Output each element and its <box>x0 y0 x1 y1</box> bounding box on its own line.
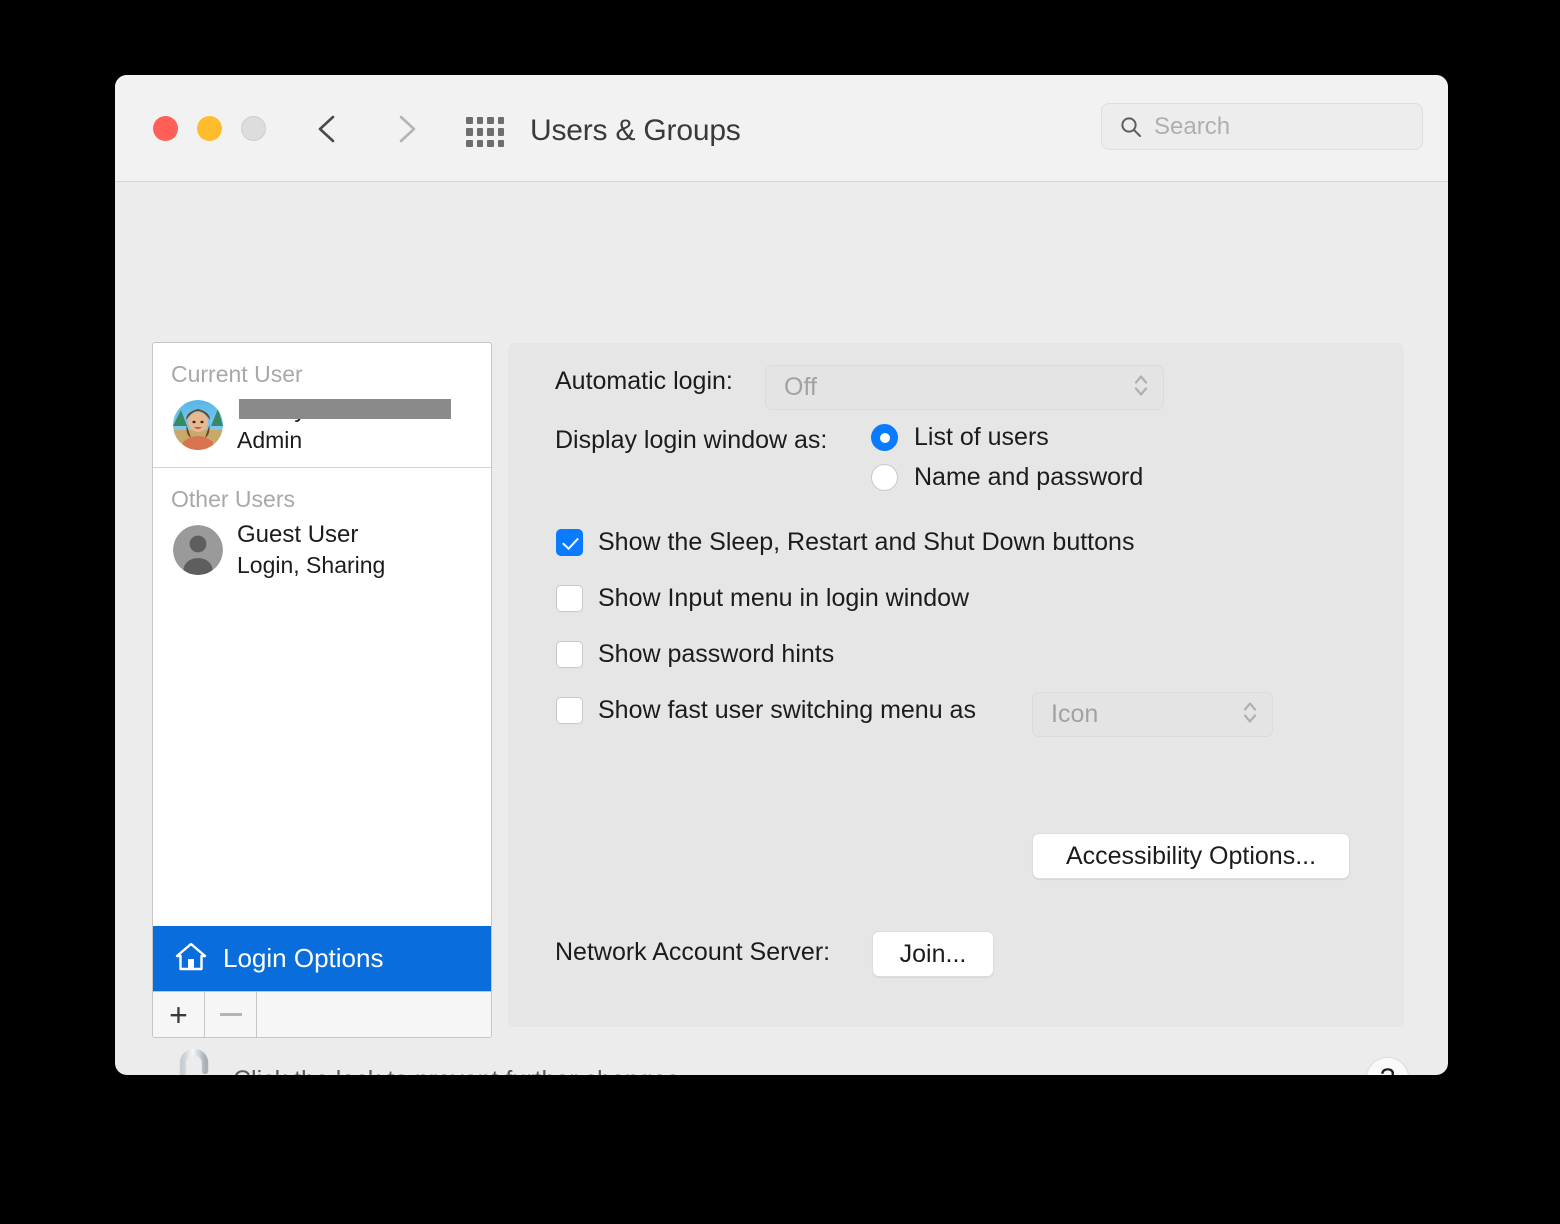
network-account-server-row: Network Account Server: <box>555 938 830 967</box>
sidebar-item-label: Login Options <box>223 943 384 973</box>
back-button[interactable] <box>311 111 345 147</box>
sidebar-item-login-options[interactable]: Login Options <box>153 926 491 991</box>
radio-name-and-password[interactable]: Name and password <box>871 463 1143 492</box>
lock-area: Click the lock to prevent further change… <box>161 1047 686 1075</box>
radio-label: Name and password <box>914 463 1144 491</box>
chevron-updown-icon <box>1242 699 1258 730</box>
traffic-light-buttons <box>153 116 266 141</box>
preferences-window: Users & Groups Current User <box>115 75 1448 1075</box>
automatic-login-label: Automatic login: <box>555 367 733 395</box>
login-options-panel: Automatic login: Off Display login windo… <box>508 343 1404 1027</box>
display-login-window-row: Display login window as: <box>555 426 827 455</box>
close-window-button[interactable] <box>153 116 178 141</box>
user-role: Admin <box>237 427 303 453</box>
plus-icon: + <box>169 996 188 1033</box>
sidebar-footer-toolbar: + <box>153 991 491 1037</box>
user-role: Login, Sharing <box>237 552 386 578</box>
help-button[interactable]: ? <box>1366 1057 1409 1075</box>
user-meta: Guest User Login, Sharing <box>237 520 385 580</box>
accessibility-options-button[interactable]: Accessibility Options... <box>1032 833 1350 879</box>
search-field[interactable] <box>1101 103 1448 150</box>
fast-user-switching-value: Icon <box>1051 700 1099 728</box>
chevron-updown-icon <box>1133 372 1149 403</box>
radio-button-icon[interactable] <box>871 424 898 451</box>
fast-user-switching-dropdown[interactable]: Icon <box>1032 692 1273 737</box>
radio-list-of-users[interactable]: List of users <box>871 423 1049 452</box>
radio-label: List of users <box>914 423 1049 451</box>
zoom-window-button[interactable] <box>241 116 266 141</box>
checkbox-icon[interactable] <box>556 697 583 724</box>
window-body: Current User Kateryna Hankus Admin Other… <box>115 182 1448 1075</box>
user-name: Kateryna Hankus <box>237 396 452 423</box>
checkbox-label: Show the Sleep, Restart and Shut Down bu… <box>598 528 1135 556</box>
network-account-server-label: Network Account Server: <box>555 938 831 966</box>
checkbox-label: Show password hints <box>598 640 835 668</box>
group-header-other-users: Other Users <box>171 486 295 512</box>
checkbox-icon[interactable] <box>556 641 583 668</box>
remove-user-button[interactable] <box>205 992 257 1037</box>
group-header-current-user: Current User <box>171 361 303 387</box>
person-avatar-icon <box>173 525 223 575</box>
unlocked-padlock-icon[interactable] <box>161 1047 213 1075</box>
checkbox-fast-user-switching[interactable]: Show fast user switching menu as <box>556 696 976 725</box>
user-meta: Kateryna Hankus Admin <box>237 395 452 455</box>
lock-message: Click the lock to prevent further change… <box>233 1066 686 1075</box>
checkbox-label: Show Input menu in login window <box>598 584 970 612</box>
list-item-guest-user[interactable]: Guest User Login, Sharing <box>153 518 491 592</box>
page-title: Users & Groups <box>530 114 741 147</box>
checkbox-show-input-menu[interactable]: Show Input menu in login window <box>556 584 969 613</box>
checkbox-label: Show fast user switching menu as <box>598 696 976 724</box>
automatic-login-dropdown[interactable]: Off <box>765 365 1164 410</box>
minimize-window-button[interactable] <box>197 116 222 141</box>
navigation-arrows <box>311 111 423 147</box>
checkbox-show-password-hints[interactable]: Show password hints <box>556 640 834 669</box>
radio-button-icon[interactable] <box>871 464 898 491</box>
search-icon <box>1120 116 1142 138</box>
checkbox-icon[interactable] <box>556 585 583 612</box>
display-login-window-label: Display login window as: <box>555 426 828 454</box>
forward-button[interactable] <box>389 111 423 147</box>
checkbox-show-sleep-restart-shutdown[interactable]: Show the Sleep, Restart and Shut Down bu… <box>556 528 1134 557</box>
add-user-button[interactable]: + <box>153 992 205 1037</box>
user-name: Guest User <box>237 521 359 548</box>
minus-icon <box>219 1013 242 1016</box>
search-input[interactable] <box>1154 112 1448 141</box>
sidebar-footer-filler <box>257 992 491 1037</box>
join-button[interactable]: Join... <box>872 931 994 977</box>
automatic-login-row: Automatic login: <box>555 367 733 396</box>
users-list-sidebar: Current User Kateryna Hankus Admin Other… <box>152 342 492 1038</box>
home-icon <box>175 941 207 976</box>
show-all-grid-icon[interactable] <box>466 117 504 147</box>
avatar <box>173 400 223 450</box>
sidebar-empty-space <box>153 592 491 926</box>
list-item-current-user[interactable]: Kateryna Hankus Admin <box>153 393 491 467</box>
automatic-login-value: Off <box>784 373 817 401</box>
window-toolbar: Users & Groups <box>115 75 1448 182</box>
checkbox-icon[interactable] <box>556 529 583 556</box>
